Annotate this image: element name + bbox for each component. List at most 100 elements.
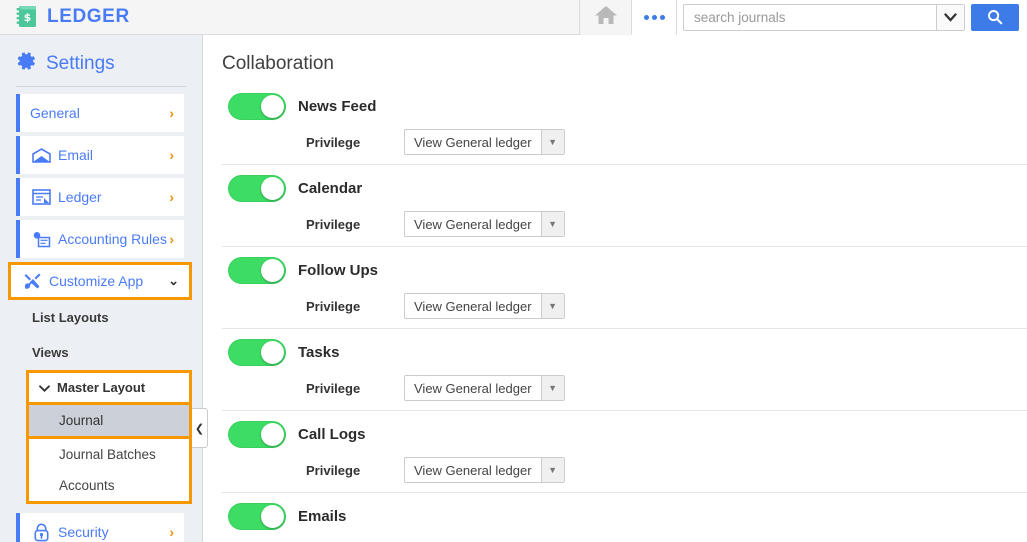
feature-header: Follow Ups xyxy=(222,257,1027,284)
search-button[interactable] xyxy=(971,3,1019,31)
chevron-right-icon: › xyxy=(169,231,174,247)
privilege-row: Privilege View General ledger ▼ xyxy=(222,366,1027,401)
caret-down-icon[interactable]: ▼ xyxy=(540,212,564,236)
emails-toggle[interactable] xyxy=(228,503,286,530)
sidebar-item-label: General xyxy=(30,104,80,121)
svg-text:$: $ xyxy=(24,11,32,24)
news-feed-toggle[interactable] xyxy=(228,93,286,120)
calendar-privilege-select[interactable]: View General ledger ▼ xyxy=(404,211,565,237)
feature-row: Emails xyxy=(222,493,1027,539)
sidebar-item-master-layout[interactable]: Master Layout xyxy=(29,373,189,402)
call-logs-toggle[interactable] xyxy=(228,421,286,448)
brand-name: LEDGER xyxy=(47,6,130,27)
sidebar-header: Settings xyxy=(0,35,202,86)
sidebar-item-journal[interactable]: Journal xyxy=(29,405,189,436)
feature-label: Emails xyxy=(298,508,347,525)
feature-row: Calendar Privilege View General ledger ▼ xyxy=(222,165,1027,247)
sidebar-collapse-handle[interactable]: ❮ xyxy=(192,408,208,448)
feature-row: Tasks Privilege View General ledger ▼ xyxy=(222,329,1027,411)
caret-down-icon[interactable]: ▼ xyxy=(540,458,564,482)
sidebar-item-journal-batches[interactable]: Journal Batches xyxy=(29,439,189,470)
privilege-label: Privilege xyxy=(306,134,361,150)
search-input[interactable] xyxy=(684,4,936,30)
chevron-right-icon: › xyxy=(169,189,174,205)
chevron-down-icon: ⌄ xyxy=(168,273,179,288)
more-dots-icon xyxy=(643,14,665,20)
page-title: Settings xyxy=(46,52,115,74)
toggle-knob xyxy=(261,177,284,200)
feature-label: Tasks xyxy=(298,344,340,361)
tasks-toggle[interactable] xyxy=(228,339,286,366)
sidebar-item-customize-app[interactable]: Customize App ⌄ xyxy=(8,262,192,300)
sidebar-item-security[interactable]: Security › xyxy=(16,513,184,542)
follow-ups-toggle[interactable] xyxy=(228,257,286,284)
envelope-icon xyxy=(30,147,52,163)
master-layout-label: Master Layout xyxy=(57,380,146,395)
lock-icon xyxy=(30,523,52,542)
caret-down-icon[interactable]: ▼ xyxy=(540,130,564,154)
toggle-knob xyxy=(261,95,284,118)
sidebar-item-label: Customize App xyxy=(49,272,144,289)
calendar-toggle[interactable] xyxy=(228,175,286,202)
toggle-knob xyxy=(261,341,284,364)
sidebar-item-label: Email xyxy=(58,146,94,163)
toggle-knob xyxy=(261,423,284,446)
search-box[interactable] xyxy=(683,3,965,31)
sidebar-item-ledger[interactable]: Ledger › xyxy=(16,178,184,216)
search-scope-dropdown[interactable] xyxy=(936,4,964,30)
sidebar-item-email[interactable]: Email › xyxy=(16,136,184,174)
privilege-label: Privilege xyxy=(306,216,361,232)
feature-row: News Feed Privilege View General ledger … xyxy=(222,83,1027,165)
chevron-right-icon: › xyxy=(169,147,174,163)
toggle-knob xyxy=(261,259,284,282)
feature-header: Calendar xyxy=(222,175,1027,202)
select-value: View General ledger xyxy=(414,298,532,314)
sidebar-subheading-list-layouts[interactable]: List Layouts xyxy=(0,300,202,335)
master-layout-highlight-box: Master Layout xyxy=(26,370,192,405)
sidebar-item-general[interactable]: General › xyxy=(16,94,184,132)
sidebar-item-accounting-rules[interactable]: Accounting Rules › xyxy=(16,220,184,258)
more-options-button[interactable] xyxy=(631,0,677,35)
privilege-row: Privilege View General ledger ▼ xyxy=(222,448,1027,483)
news-feed-privilege-select[interactable]: View General ledger ▼ xyxy=(404,129,565,155)
follow-ups-privilege-select[interactable]: View General ledger ▼ xyxy=(404,293,565,319)
home-button[interactable] xyxy=(579,0,631,35)
feature-header: Tasks xyxy=(222,339,1027,366)
chevron-down-icon xyxy=(39,380,50,395)
app-root: $ LEDGER search journals Settings Genera… xyxy=(0,0,1027,542)
feature-label: Call Logs xyxy=(298,426,366,443)
privilege-label: Privilege xyxy=(306,380,361,396)
main-content: Collaboration News Feed Privilege View G… xyxy=(204,35,1027,542)
feature-row: Call Logs Privilege View General ledger … xyxy=(222,411,1027,493)
top-bar: $ LEDGER xyxy=(0,0,1027,35)
privilege-row: Privilege View General ledger ▼ xyxy=(222,202,1027,237)
feature-label: Calendar xyxy=(298,180,363,197)
select-value: View General ledger xyxy=(414,462,532,478)
master-layout-group: Master Layout Journal Journal Batches Ac… xyxy=(26,370,192,504)
sidebar-subheading-views[interactable]: Views xyxy=(0,335,202,370)
chevron-right-icon: › xyxy=(169,105,174,121)
caret-down-icon[interactable]: ▼ xyxy=(540,294,564,318)
privilege-label: Privilege xyxy=(306,298,361,314)
section-title: Collaboration xyxy=(222,53,334,74)
feature-label: Follow Ups xyxy=(298,262,378,279)
journal-highlight-box: Journal xyxy=(26,405,192,439)
settings-sidebar: Settings General › Email › Ledger › Acco… xyxy=(0,35,208,542)
sidebar-item-label: Ledger xyxy=(58,188,102,205)
feature-header: Call Logs xyxy=(222,421,1027,448)
sidebar-item-accounts[interactable]: Accounts xyxy=(29,470,189,501)
brand[interactable]: $ LEDGER xyxy=(0,5,130,29)
call-logs-privilege-select[interactable]: View General ledger ▼ xyxy=(404,457,565,483)
select-value: View General ledger xyxy=(414,216,532,232)
tasks-privilege-select[interactable]: View General ledger ▼ xyxy=(404,375,565,401)
tools-icon xyxy=(21,272,43,290)
sidebar-item-label: Accounting Rules xyxy=(58,230,167,247)
gear-icon xyxy=(17,51,37,76)
select-value: View General ledger xyxy=(414,380,532,396)
sidebar-item-label: Security xyxy=(58,523,109,540)
feature-header: Emails xyxy=(222,503,1027,530)
feature-label: News Feed xyxy=(298,98,377,115)
caret-down-icon[interactable]: ▼ xyxy=(540,376,564,400)
home-icon xyxy=(594,4,618,31)
journal-batches-accounts-highlight-box: Journal Batches Accounts xyxy=(26,439,192,504)
